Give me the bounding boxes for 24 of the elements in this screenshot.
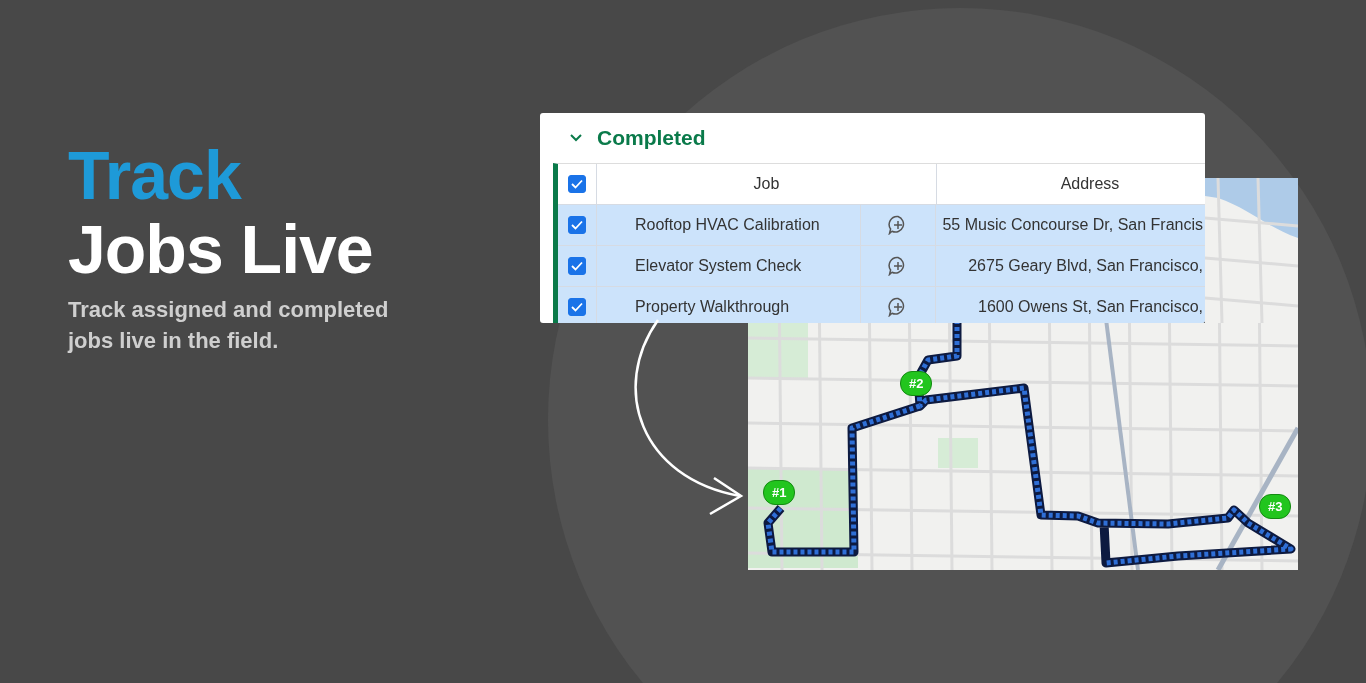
row-checkbox[interactable] (568, 216, 586, 234)
job-name: Rooftop HVAC Calibration (635, 216, 820, 234)
chevron-down-icon[interactable] (569, 133, 583, 143)
table-row[interactable]: Rooftop HVAC Calibration 55 Music Concourse Dr, San Francis (558, 205, 1205, 246)
column-header[interactable]: Job (597, 164, 937, 204)
headline-accent: Track (68, 138, 243, 212)
row-checkbox[interactable] (568, 257, 586, 275)
subtitle: Track assigned and completed jobs live in the field. (68, 296, 390, 355)
headline: Jobs Live (68, 212, 374, 286)
row-checkbox[interactable] (568, 298, 586, 316)
address-text: 2675 Geary Blvd, San Francisco, (968, 257, 1203, 275)
group-title: Completed (597, 126, 706, 150)
checkmark-icon (571, 179, 583, 189)
job-name: Property Walkthrough (635, 298, 790, 316)
checkmark-icon (571, 220, 583, 230)
address-text: 55 Music Concourse Dr, San Francis (942, 216, 1203, 234)
address-text: 1600 Owens St, San Francisco, (978, 298, 1203, 316)
checkmark-icon (571, 261, 583, 271)
table-row[interactable]: Elevator System Check 2675 Geary Blvd, San Francisco, (558, 246, 1205, 287)
column-header[interactable]: Address (937, 164, 1205, 204)
checkmark-icon (571, 302, 583, 312)
select-all-checkbox[interactable] (568, 175, 586, 193)
job-name: Elevator System Check (635, 257, 802, 275)
table-row[interactable]: Property Walkthrough 1600 Owens St, San Francisco, (558, 287, 1205, 323)
